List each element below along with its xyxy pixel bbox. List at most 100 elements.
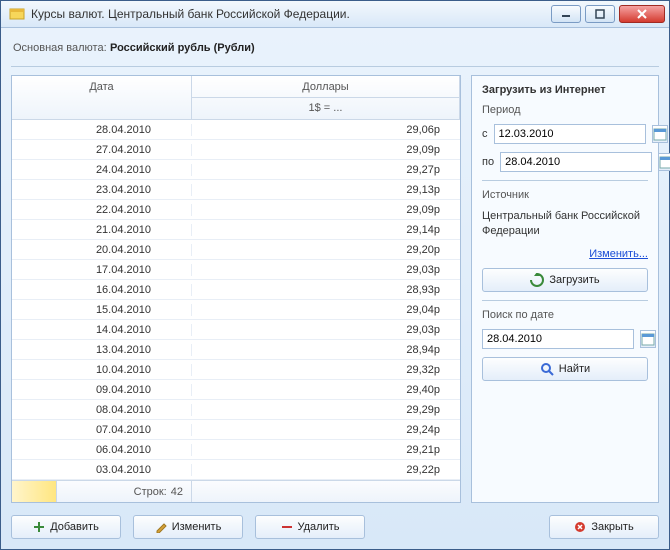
date-to-input[interactable]	[500, 152, 652, 172]
table-row[interactable]: 08.04.201029,29р	[12, 400, 460, 420]
from-label: с	[482, 128, 488, 140]
cell-date: 07.04.2010	[12, 424, 192, 436]
find-button[interactable]: Найти	[482, 357, 648, 381]
period-label: Период	[482, 104, 648, 116]
cell-value: 29,09р	[192, 144, 460, 156]
cell-date: 06.04.2010	[12, 444, 192, 456]
cell-date: 08.04.2010	[12, 404, 192, 416]
cell-date: 16.04.2010	[12, 284, 192, 296]
cell-date: 24.04.2010	[12, 164, 192, 176]
table-row[interactable]: 24.04.201029,27р	[12, 160, 460, 180]
table-row[interactable]: 20.04.201029,20р	[12, 240, 460, 260]
refresh-icon	[530, 273, 544, 287]
cell-date: 09.04.2010	[12, 384, 192, 396]
cell-value: 29,14р	[192, 224, 460, 236]
cell-date: 10.04.2010	[12, 364, 192, 376]
pencil-icon	[155, 521, 167, 533]
cell-value: 29,09р	[192, 204, 460, 216]
maximize-button[interactable]	[585, 5, 615, 23]
table-row[interactable]: 09.04.201029,40р	[12, 380, 460, 400]
search-title: Поиск по дате	[482, 309, 648, 321]
table-row[interactable]: 15.04.201029,04р	[12, 300, 460, 320]
close-button[interactable]: Закрыть	[549, 515, 659, 539]
app-icon	[9, 6, 25, 22]
base-currency-label: Основная валюта:	[13, 42, 107, 54]
cell-date: 15.04.2010	[12, 304, 192, 316]
cell-date: 13.04.2010	[12, 344, 192, 356]
cell-date: 03.04.2010	[12, 464, 192, 476]
table-row[interactable]: 16.04.201028,93р	[12, 280, 460, 300]
minus-icon	[281, 521, 293, 533]
cell-value: 29,29р	[192, 404, 460, 416]
cell-date: 22.04.2010	[12, 204, 192, 216]
col-date-header[interactable]: Дата .	[12, 76, 192, 119]
date-from-row: с	[482, 124, 648, 144]
cell-value: 29,13р	[192, 184, 460, 196]
cell-value: 29,32р	[192, 364, 460, 376]
main-window: Курсы валют. Центральный банк Российской…	[0, 0, 670, 550]
window-buttons	[551, 5, 669, 23]
plus-icon	[33, 521, 45, 533]
button-bar: Добавить Изменить Удалить Закрыть	[11, 511, 659, 539]
grid-header: Дата . Доллары 1$ = ...	[12, 76, 460, 120]
add-button[interactable]: Добавить	[11, 515, 121, 539]
close-icon	[574, 521, 586, 533]
table-row[interactable]: 10.04.201029,32р	[12, 360, 460, 380]
search-icon	[540, 362, 554, 376]
date-from-input[interactable]	[494, 124, 646, 144]
rates-grid: Дата . Доллары 1$ = ... 28.04.201029,06р…	[11, 75, 461, 503]
cell-value: 29,20р	[192, 244, 460, 256]
cell-value: 29,24р	[192, 424, 460, 436]
table-row[interactable]: 03.04.201029,22р	[12, 460, 460, 480]
calendar-from-button[interactable]	[652, 125, 668, 143]
table-row[interactable]: 23.04.201029,13р	[12, 180, 460, 200]
date-to-row: по	[482, 152, 648, 172]
close-window-button[interactable]	[619, 5, 665, 23]
table-row[interactable]: 17.04.201029,03р	[12, 260, 460, 280]
minimize-button[interactable]	[551, 5, 581, 23]
cell-date: 28.04.2010	[12, 124, 192, 136]
cell-value: 29,27р	[192, 164, 460, 176]
footer-highlight	[12, 481, 57, 502]
cell-date: 23.04.2010	[12, 184, 192, 196]
table-row[interactable]: 21.04.201029,14р	[12, 220, 460, 240]
table-row[interactable]: 14.04.201029,03р	[12, 320, 460, 340]
load-button[interactable]: Загрузить	[482, 268, 648, 292]
table-row[interactable]: 27.04.201029,09р	[12, 140, 460, 160]
table-row[interactable]: 07.04.201029,24р	[12, 420, 460, 440]
cell-value: 29,40р	[192, 384, 460, 396]
source-label: Источник	[482, 189, 648, 201]
base-currency-value: Российский рубль (Рубли)	[110, 42, 255, 54]
sidebar: Загрузить из Интернет Период с по	[471, 75, 659, 503]
to-label: по	[482, 156, 494, 168]
cell-value: 29,03р	[192, 264, 460, 276]
cell-value: 28,94р	[192, 344, 460, 356]
delete-button[interactable]: Удалить	[255, 515, 365, 539]
cell-value: 29,04р	[192, 304, 460, 316]
edit-button[interactable]: Изменить	[133, 515, 243, 539]
titlebar: Курсы валют. Центральный банк Российской…	[1, 1, 669, 28]
table-row[interactable]: 06.04.201029,21р	[12, 440, 460, 460]
calendar-search-button[interactable]	[640, 330, 656, 348]
cell-date: 20.04.2010	[12, 244, 192, 256]
cell-date: 14.04.2010	[12, 324, 192, 336]
table-row[interactable]: 28.04.201029,06р	[12, 120, 460, 140]
base-currency-line: Основная валюта: Российский рубль (Рубли…	[11, 36, 659, 58]
window-title: Курсы валют. Центральный банк Российской…	[31, 7, 551, 21]
cell-value: 28,93р	[192, 284, 460, 296]
table-row[interactable]: 22.04.201029,09р	[12, 200, 460, 220]
cell-value: 29,22р	[192, 464, 460, 476]
grid-rows[interactable]: 28.04.201029,06р27.04.201029,09р24.04.20…	[12, 120, 460, 480]
divider	[482, 180, 648, 181]
client-area: Основная валюта: Российский рубль (Рубли…	[1, 28, 669, 549]
search-date-row	[482, 329, 648, 349]
search-date-input[interactable]	[482, 329, 634, 349]
footer-row-count: Строк: 42	[57, 481, 192, 502]
table-row[interactable]: 13.04.201028,94р	[12, 340, 460, 360]
cell-value: 29,06р	[192, 124, 460, 136]
cell-value: 29,21р	[192, 444, 460, 456]
calendar-to-button[interactable]	[658, 153, 670, 171]
col-dollars-header[interactable]: Доллары 1$ = ...	[192, 76, 460, 119]
load-title: Загрузить из Интернет	[482, 84, 648, 96]
change-source-link[interactable]: Изменить...	[482, 248, 648, 260]
